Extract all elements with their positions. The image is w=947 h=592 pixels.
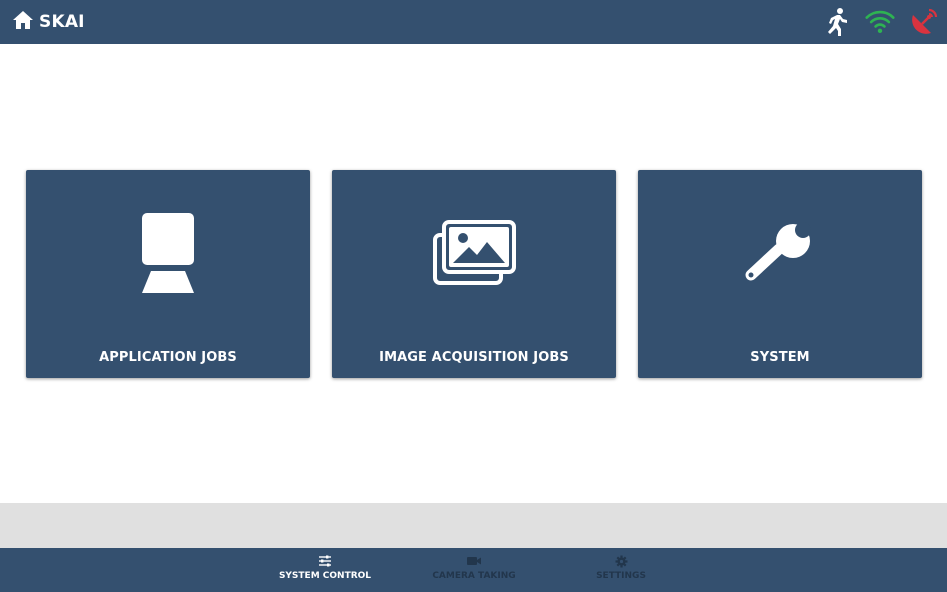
running-person-icon[interactable]	[821, 7, 851, 37]
satellite-dish-icon[interactable]	[909, 7, 939, 37]
application-jobs-tile[interactable]: APPLICATION JOBS	[26, 170, 310, 378]
main-content: APPLICATION JOBS IMAGE ACQUISITION JOBS	[0, 44, 947, 503]
sliders-icon	[318, 554, 332, 568]
nav-settings-label: SETTINGS	[596, 571, 646, 581]
bottom-navigation: SYSTEM CONTROL CAMERA TAKING SETTINGS	[0, 548, 947, 592]
nav-camera-taking[interactable]: CAMERA TAKING	[399, 554, 549, 588]
image-gallery-icon	[332, 208, 616, 298]
gear-icon	[615, 554, 628, 568]
app-root: SKAI APPLICATION JOBS IMAGE ACQUISITION …	[0, 0, 947, 592]
image-acquisition-jobs-label: IMAGE ACQUISITION JOBS	[379, 350, 569, 365]
status-icons	[821, 6, 939, 38]
image-acquisition-jobs-tile[interactable]: IMAGE ACQUISITION JOBS	[332, 170, 616, 378]
nav-camera-taking-label: CAMERA TAKING	[432, 571, 516, 581]
brand-home-link[interactable]: SKAI	[12, 10, 85, 34]
system-label: SYSTEM	[750, 350, 810, 365]
footer-spacer	[0, 503, 947, 548]
nav-system-control-label: SYSTEM CONTROL	[278, 571, 372, 581]
nav-system-control[interactable]: SYSTEM CONTROL	[250, 554, 400, 588]
top-app-bar: SKAI	[0, 0, 947, 44]
nav-settings[interactable]: SETTINGS	[546, 554, 696, 588]
video-camera-icon	[466, 554, 482, 568]
camera-device-icon	[26, 208, 310, 298]
home-icon	[12, 10, 34, 34]
app-title: SKAI	[39, 12, 85, 32]
wrench-icon	[638, 208, 922, 298]
application-jobs-label: APPLICATION JOBS	[99, 350, 237, 365]
wifi-icon[interactable]	[865, 7, 895, 37]
system-tile[interactable]: SYSTEM	[638, 170, 922, 378]
